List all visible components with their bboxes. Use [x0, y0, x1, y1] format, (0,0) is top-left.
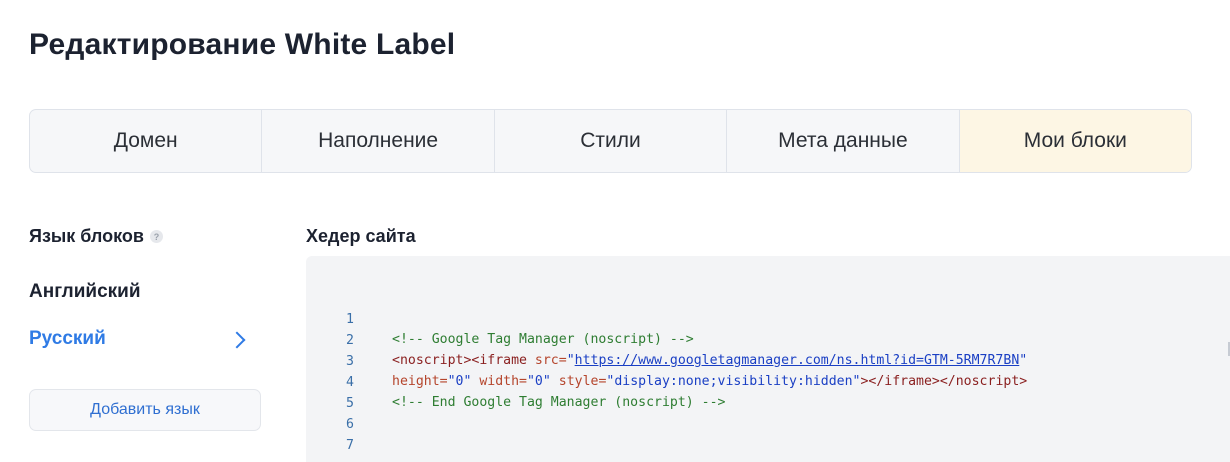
code-line: 3 height="0" width="0" style="display:no… [306, 332, 1027, 389]
code-line: 1 <!-- Google Tag Manager (noscript) --> [306, 290, 694, 347]
code-attr: src= [534, 353, 567, 368]
line-number: 3 [346, 354, 354, 369]
tabs-bar: Домен Наполнение Стили Мета данные Мои б… [29, 109, 1192, 173]
blocks-language-text: Язык блоков [29, 226, 144, 246]
language-item-english[interactable]: Английский [29, 281, 249, 303]
page-title: Редактирование White Label [29, 28, 456, 61]
code-line: 4 <!-- End Google Tag Manager (noscript)… [306, 353, 725, 410]
language-item-russian[interactable]: Русский [29, 328, 249, 350]
language-label: Английский [29, 281, 141, 302]
code-line: 5 [306, 374, 354, 411]
tab-metadata[interactable]: Мета данные [726, 110, 958, 172]
code-link[interactable]: https://www.googletagmanager.com/ns.html… [575, 353, 1020, 368]
add-language-button[interactable]: Добавить язык [29, 389, 261, 431]
question-mark-icon[interactable]: ? [149, 230, 163, 243]
code-line: 6 [306, 395, 354, 432]
chevron-right-icon [228, 331, 246, 349]
code-value: "0" [526, 374, 551, 389]
code-tag: ></iframe></noscript> [860, 374, 1028, 389]
code-quote: " [566, 353, 575, 368]
code-value: "0" [447, 374, 472, 389]
line-number: 2 [346, 333, 354, 348]
code-text: height="0" width="0" style="display:none… [392, 372, 1027, 392]
code-line: 2 <noscript><iframe src="https://www.goo… [306, 311, 1027, 368]
line-number: 7 [346, 438, 354, 453]
code-attr: height= [392, 374, 448, 389]
language-label: Русский [29, 328, 106, 349]
tab-domain[interactable]: Домен [30, 110, 261, 172]
tab-content[interactable]: Наполнение [261, 110, 493, 172]
tab-styles[interactable]: Стили [493, 110, 726, 172]
code-editor[interactable]: 1 <!-- Google Tag Manager (noscript) -->… [306, 256, 1230, 462]
code-attr: width= [471, 374, 527, 389]
code-line: 7 [306, 416, 354, 453]
code-quote: " [1019, 353, 1028, 368]
section-title: Хедер сайта [306, 226, 416, 246]
tab-my-blocks[interactable]: Мои блоки [958, 110, 1191, 172]
code-text: <!-- End Google Tag Manager (noscript) -… [392, 395, 726, 410]
blocks-language-label: Язык блоков ? [29, 226, 163, 247]
code-tag: <noscript><iframe [392, 353, 535, 368]
line-number: 6 [346, 417, 354, 432]
line-number: 5 [346, 396, 354, 411]
line-number: 4 [346, 375, 354, 390]
code-text: <!-- Google Tag Manager (noscript) --> [392, 332, 694, 347]
code-text: <noscript><iframe src="https://www.googl… [392, 351, 1027, 371]
code-value: "display:none;visibility:hidden" [606, 374, 861, 389]
line-number: 1 [346, 312, 354, 327]
code-attr: style= [550, 374, 607, 389]
